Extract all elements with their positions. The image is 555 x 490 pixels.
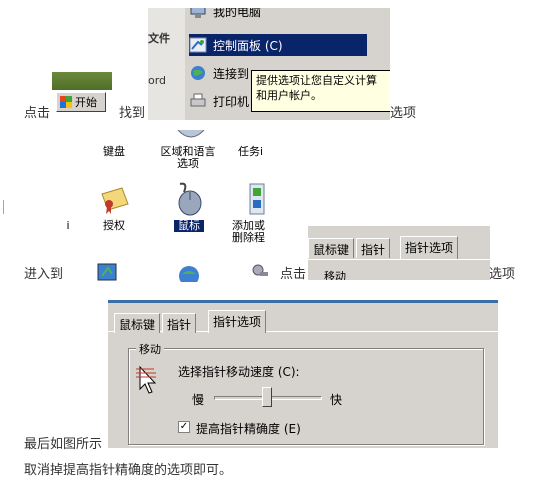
start-button[interactable]: 开始 — [56, 92, 106, 112]
tab-pointers[interactable]: 指针 — [162, 313, 197, 333]
start-menu-screenshot: 文件 ord 我的电脑 控制面板 (C) 连接到 打印机 提供选项让您自定义计算… — [148, 8, 390, 120]
cp-item-regional-options[interactable]: 区域和语言选项 — [156, 146, 220, 170]
computer-icon — [190, 8, 206, 18]
windows-logo-icon — [60, 96, 72, 108]
instruction-option2: 选项 — [489, 267, 516, 282]
cp-item-mouse[interactable]: 鼠标 — [173, 219, 205, 233]
instruction-find: 找到 — [119, 106, 146, 121]
instruction-option: 选项 — [390, 106, 417, 121]
tooltip-line: 和用户帐户。 — [256, 89, 322, 102]
cp-label-fragment: i — [66, 219, 70, 232]
certificate-icon — [101, 187, 129, 214]
motion-group-title: 移动 — [136, 341, 164, 357]
mouse-icon — [178, 182, 202, 216]
tab-pointer-options[interactable]: 指针选项 — [400, 236, 459, 259]
fast-label: 快 — [330, 393, 343, 407]
menu-item-my-computer[interactable]: 我的电脑 — [189, 8, 367, 22]
mouse-properties-tabs-screenshot: 鼠标键 指针 指针选项 移动 — [308, 226, 490, 280]
printer-icon — [190, 93, 206, 107]
menu-item-label: 控制面板 (C) — [213, 38, 283, 53]
enhance-precision-checkbox[interactable]: ✓ — [178, 421, 190, 433]
tools-icon — [252, 264, 268, 276]
cp-item-keyboard[interactable]: 键盘 — [94, 146, 134, 158]
start-button-screenshot: 开始 — [52, 72, 112, 116]
instruction-finally: 最后如图所示 — [24, 437, 103, 452]
slow-label: 慢 — [192, 393, 205, 407]
globe-icon — [191, 66, 205, 80]
globe-clock-icon — [177, 130, 205, 138]
pointer-speed-label: 选择指针移动速度 (C): — [178, 365, 300, 379]
enhance-precision-label: 提高指针精确度 (E) — [196, 422, 301, 436]
add-remove-icon — [249, 183, 265, 215]
left-pane-label: ord — [148, 74, 167, 87]
menu-item-label: 我的电脑 — [213, 8, 262, 19]
desktop-wallpaper — [52, 72, 112, 90]
start-menu-left-pane: 文件 ord — [148, 8, 185, 120]
tooltip-line: 提供选项让您自定义计算 — [256, 74, 377, 87]
control-panel-icon — [189, 37, 207, 53]
left-pane-label: 文件 — [148, 32, 170, 45]
network-icon — [179, 266, 199, 282]
tab-panel-edge — [308, 259, 490, 260]
pointer-speed-slider-thumb[interactable] — [262, 387, 272, 407]
menu-item-label: 连接到 — [213, 66, 250, 81]
tab-pointer-options[interactable]: 指针选项 — [208, 310, 267, 333]
instruction-click2: 点击 — [280, 267, 307, 282]
tab-mouse-buttons[interactable]: 鼠标键 — [114, 313, 161, 333]
control-panel-tooltip: 提供选项让您自定义计算 和用户帐户。 — [251, 70, 390, 112]
display-icon — [97, 263, 117, 281]
start-button-label: 开始 — [75, 96, 97, 109]
cp-item-license[interactable]: 授权 — [94, 220, 134, 232]
instruction-enter: 进入到 — [24, 267, 64, 282]
instruction-uncheck: 取消掉提高指针精确度的选项即可。 — [24, 463, 233, 478]
cp-item-task[interactable]: 任务i — [238, 146, 272, 158]
menu-item-label: 打印机 — [213, 94, 250, 109]
tab-pointers[interactable]: 指针 — [356, 238, 391, 258]
group-title-snippet: 移动 — [324, 270, 346, 280]
instruction-click: 点击 — [24, 106, 51, 121]
menu-item-control-panel[interactable]: 控制面板 (C) — [189, 34, 367, 56]
scroll-marker — [0, 200, 4, 214]
pointer-trail-icon — [136, 365, 157, 394]
mouse-properties-dialog: 鼠标键 指针 指针选项 移动 选择指针移动速度 (C): 慢 快 ✓ 提高指针精… — [108, 300, 498, 448]
tab-mouse-buttons[interactable]: 鼠标键 — [308, 238, 355, 258]
cp-item-add-remove-programs[interactable]: 添加或删除程 — [232, 220, 268, 244]
